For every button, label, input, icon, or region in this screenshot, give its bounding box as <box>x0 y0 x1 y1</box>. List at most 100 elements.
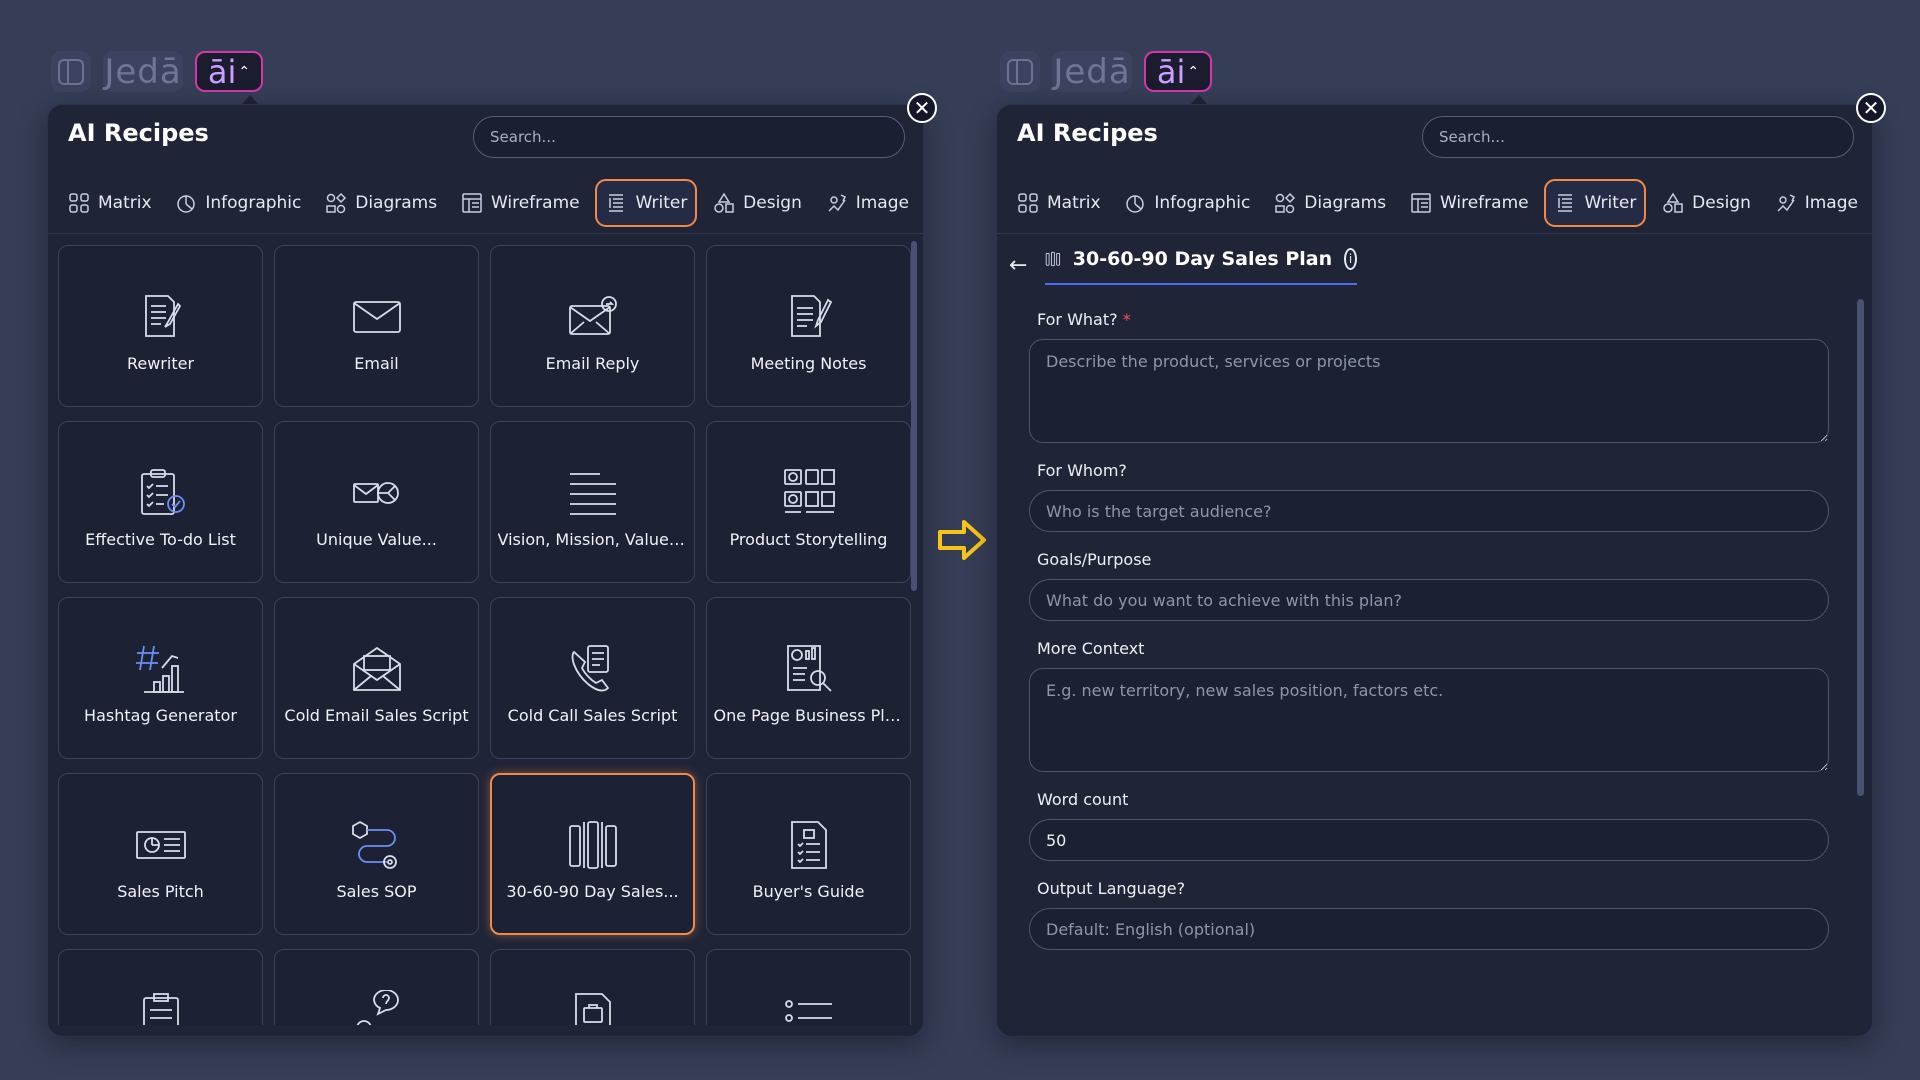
recipe-card-meeting-notes[interactable]: Meeting Notes <box>706 245 911 407</box>
close-button[interactable]: ✕ <box>1856 93 1886 123</box>
recipe-label: Buyer's Guide <box>752 881 865 901</box>
recipe-form: For What? * For Whom? Goals/Purpose More… <box>1029 310 1829 968</box>
field-more-context: More Context <box>1029 639 1829 772</box>
sidebar-toggle-button[interactable] <box>1000 51 1040 92</box>
for-what-textarea[interactable] <box>1029 339 1829 443</box>
back-arrow-icon[interactable]: ← <box>1009 253 1027 278</box>
ai-label: āi <box>207 52 237 91</box>
tab-label: Wireframe <box>490 193 580 213</box>
recipe-label: One Page Business Plan <box>713 705 904 725</box>
tab-image[interactable]: Image <box>818 179 917 227</box>
recipe-card-one-page-business-plan[interactable]: One Page Business Plan <box>706 597 911 759</box>
storyboard-icon <box>783 468 835 513</box>
recipe-label: Cold Call Sales Script <box>507 705 678 725</box>
recipe-title: 30-60-90 Day Sales Plan <box>1072 248 1333 270</box>
more-context-textarea[interactable] <box>1029 668 1829 772</box>
output-language-input[interactable] <box>1029 908 1829 950</box>
for-whom-input[interactable] <box>1029 490 1829 532</box>
word-count-input[interactable] <box>1029 819 1829 861</box>
recipe-card-hashtag-generator[interactable]: Hashtag Generator <box>58 597 263 759</box>
image-icon <box>1777 194 1795 212</box>
ai-label: āi <box>1156 52 1186 91</box>
recipe-card-partial[interactable] <box>706 949 911 1025</box>
document-pen-icon <box>144 294 181 337</box>
ai-menu-button[interactable]: āi ⌃ <box>195 51 263 92</box>
field-label: Output Language? <box>1037 879 1186 898</box>
tab-infographic[interactable]: Infographic <box>167 179 309 227</box>
recipe-label: Effective To-do List <box>85 529 236 549</box>
form-scrollbar[interactable] <box>1857 299 1864 796</box>
category-tabs: Matrix Infographic Diagrams Wireframe Wr… <box>60 179 917 227</box>
sidebar-toggle-button[interactable] <box>51 51 91 92</box>
recipe-card-rewriter[interactable]: Rewriter <box>58 245 263 407</box>
close-button[interactable]: ✕ <box>907 93 937 123</box>
recipe-card-partial[interactable] <box>274 949 479 1025</box>
ai-menu-button[interactable]: āi ⌃ <box>1144 51 1212 92</box>
field-for-what: For What? * <box>1029 310 1829 443</box>
recipe-card-cold-email-sales-script[interactable]: Cold Email Sales Script <box>274 597 479 759</box>
recipe-header: 30-60-90 Day Sales Plan i <box>1045 245 1357 285</box>
recipe-card-effective-todo-list[interactable]: Effective To-do List <box>58 421 263 583</box>
matrix-icon <box>1018 193 1038 213</box>
recipe-grid-scrollbar[interactable] <box>911 241 917 591</box>
recipe-card-sales-pitch[interactable]: Sales Pitch <box>58 773 263 935</box>
required-mark: * <box>1122 310 1131 329</box>
recipe-card-email-reply[interactable]: Email Reply <box>490 245 695 407</box>
tab-label: Diagrams <box>1304 193 1387 213</box>
writer-icon <box>609 194 624 212</box>
tab-design[interactable]: Design <box>1654 179 1759 227</box>
tab-label: Writer <box>1584 193 1637 213</box>
recipe-card-unique-value[interactable]: Unique Value... <box>274 421 479 583</box>
recipe-card-30-60-90-day-sales[interactable]: 30-60-90 Day Sales... <box>490 773 695 935</box>
recipe-card-vision-mission-values[interactable]: Vision, Mission, Values... <box>490 421 695 583</box>
recipe-card-buyers-guide[interactable]: Buyer's Guide <box>706 773 911 935</box>
tab-matrix[interactable]: Matrix <box>1009 179 1109 227</box>
recipe-card-sales-sop[interactable]: Sales SOP <box>274 773 479 935</box>
hashtag-chart-icon <box>135 645 184 693</box>
tab-design[interactable]: Design <box>705 179 810 227</box>
search-input[interactable] <box>473 116 905 158</box>
clipboard-list-icon <box>142 993 179 1025</box>
tab-label: Diagrams <box>355 193 438 213</box>
tab-label: Matrix <box>1047 193 1101 213</box>
panel-title: AI Recipes <box>68 119 209 147</box>
recipe-label: Vision, Mission, Values... <box>497 529 688 549</box>
tab-diagrams[interactable]: Diagrams <box>317 179 445 227</box>
tab-wireframe[interactable]: Wireframe <box>453 179 588 227</box>
tabs-divider <box>997 233 1872 234</box>
recipe-card-cold-call-sales-script[interactable]: Cold Call Sales Script <box>490 597 695 759</box>
tab-wireframe[interactable]: Wireframe <box>1402 179 1537 227</box>
recipe-card-email[interactable]: Email <box>274 245 479 407</box>
recipe-label: Sales Pitch <box>117 881 204 901</box>
open-envelope-icon <box>352 646 401 691</box>
recipe-card-partial[interactable] <box>490 949 695 1025</box>
field-label: More Context <box>1037 639 1145 658</box>
tab-diagrams[interactable]: Diagrams <box>1266 179 1394 227</box>
image-icon <box>828 194 846 212</box>
recipe-card-partial[interactable] <box>58 949 263 1025</box>
tab-label: Matrix <box>98 193 152 213</box>
tab-matrix[interactable]: Matrix <box>60 179 160 227</box>
tab-image[interactable]: Image <box>1767 179 1866 227</box>
right-toolbar: Jedā āi ⌃ <box>1000 51 1212 92</box>
tab-infographic[interactable]: Infographic <box>1116 179 1258 227</box>
recipe-detail-panel: AI Recipes Matrix Infographic Diagrams W… <box>996 104 1873 1037</box>
phone-script-icon <box>571 644 609 692</box>
recipe-card-product-storytelling[interactable]: Product Storytelling <box>706 421 911 583</box>
tab-writer[interactable]: Writer <box>595 179 698 227</box>
close-icon: ✕ <box>913 96 931 120</box>
meeting-notes-icon <box>790 294 832 337</box>
search-input[interactable] <box>1422 116 1854 158</box>
envelope-icon <box>352 300 401 333</box>
info-icon[interactable]: i <box>1344 248 1357 270</box>
panel-title: AI Recipes <box>1017 119 1158 147</box>
recipe-label: Email Reply <box>545 353 640 373</box>
recipe-label: Unique Value... <box>316 529 437 549</box>
infographic-icon <box>1126 195 1145 213</box>
tab-writer[interactable]: Writer <box>1544 179 1647 227</box>
goals-purpose-input[interactable] <box>1029 579 1829 621</box>
field-label: For Whom? <box>1037 461 1127 480</box>
tab-label: Image <box>1804 193 1858 213</box>
business-plan-icon <box>786 644 832 692</box>
sidebar-icon <box>1007 58 1033 85</box>
